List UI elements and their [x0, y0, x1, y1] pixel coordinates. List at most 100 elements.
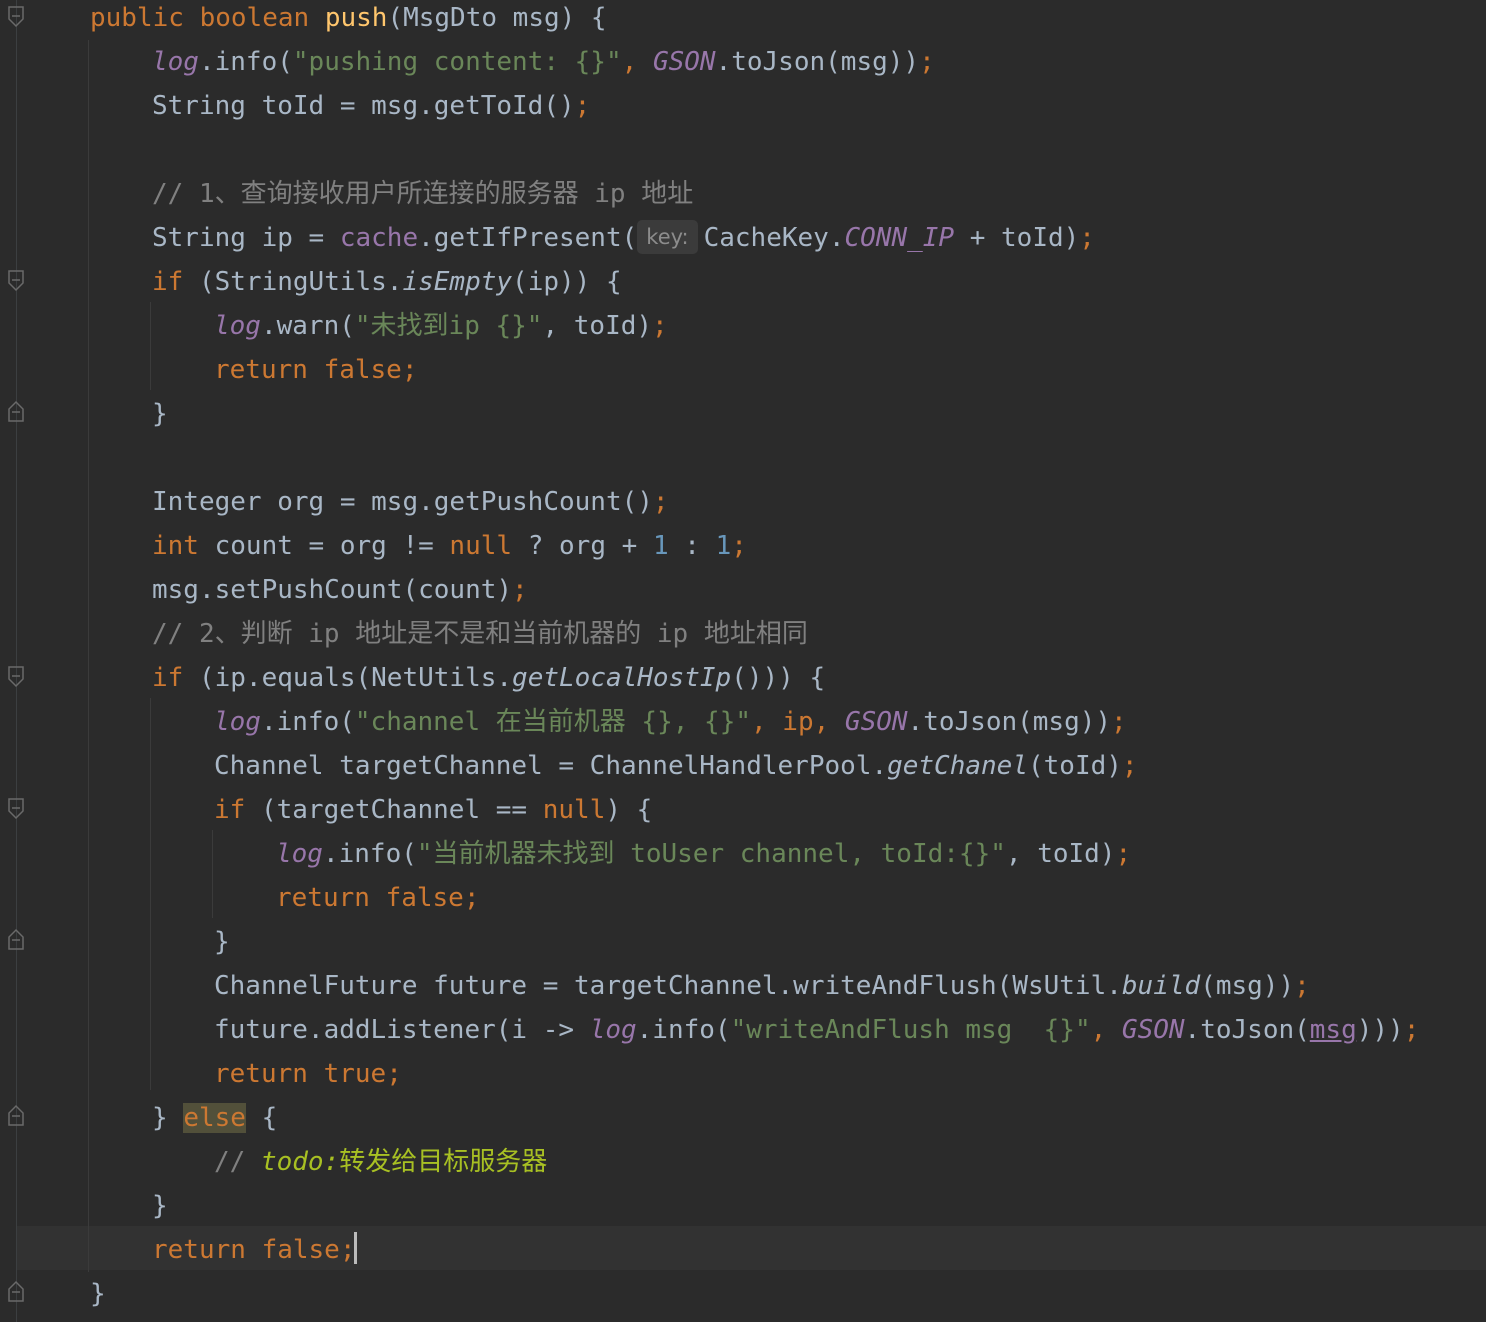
code-line-8[interactable]: return false; — [214, 348, 418, 392]
string-literal: "pushing content: {}" — [292, 47, 622, 77]
fold-collapse-icon[interactable] — [7, 270, 25, 292]
code-line-14[interactable]: if (ip.equals(NetUtils.getLocalHostIp())… — [152, 656, 825, 700]
code-line-15[interactable]: log.info("channel 在当前机器 {}, {}", ip, GSO… — [214, 700, 1127, 744]
fold-end-icon[interactable] — [7, 1280, 25, 1302]
indent-guide — [212, 830, 213, 918]
fold-collapse-icon[interactable] — [7, 6, 25, 28]
string-literal: "channel 在当前机器 {}, {}" — [354, 707, 751, 737]
code-text: String ip = — [152, 223, 340, 253]
code-text: , — [621, 47, 653, 77]
todo-marker: todo: — [260, 1147, 340, 1177]
field-ref: log — [276, 839, 323, 869]
code-text: .toJson(msg)) — [907, 707, 1112, 737]
code-line-11[interactable]: int count = org != null ? org + 1 : 1; — [152, 524, 747, 568]
keyword: return false — [214, 355, 402, 385]
comment: // — [214, 1147, 261, 1177]
field-ref: GSON — [1121, 1015, 1185, 1045]
semicolon: ; — [1111, 707, 1127, 737]
code-line-18[interactable]: log.info("当前机器未找到 toUser channel, toId:{… — [276, 832, 1131, 876]
code-line-24[interactable]: } else { — [152, 1096, 277, 1140]
fold-end-icon[interactable] — [7, 928, 25, 950]
todo-text: 转发给目标服务器 — [339, 1147, 548, 1177]
code-line-26[interactable]: } — [152, 1184, 168, 1228]
code-line-16[interactable]: Channel targetChannel = ChannelHandlerPo… — [214, 744, 1138, 788]
static-method: isEmpty — [402, 267, 513, 297]
semicolon: ; — [463, 883, 480, 913]
field-ref: GSON — [652, 47, 716, 77]
code-text: .info( — [636, 1015, 731, 1045]
semicolon: ; — [1079, 223, 1095, 253]
code-line-13[interactable]: // 2、判断 ip 地址是不是和当前机器的 ip 地址相同 — [152, 612, 808, 656]
code-line-19[interactable]: return false; — [276, 876, 480, 920]
code-line-1[interactable]: public boolean push(MsgDto msg) { — [90, 0, 607, 40]
code-text: } — [152, 1191, 168, 1221]
code-line-9[interactable]: } — [152, 392, 168, 436]
code-line-23[interactable]: return true; — [214, 1052, 402, 1096]
code-line-20[interactable]: } — [214, 920, 230, 964]
field-ref: log — [589, 1015, 637, 1045]
fold-collapse-icon[interactable] — [7, 666, 25, 688]
keyword: boolean — [199, 3, 310, 33]
code-line-17[interactable]: if (targetChannel == null) { — [214, 788, 652, 832]
code-text: String toId = msg.getToId() — [152, 91, 575, 121]
code-text: : — [668, 531, 716, 561]
field-ref: GSON — [844, 707, 908, 737]
code-editor[interactable]: public boolean push(MsgDto msg) { log.in… — [0, 0, 1486, 1322]
string-literal: "当前机器未找到 toUser channel, toId:{}" — [416, 839, 1006, 869]
code-text: (ip.equals(NetUtils. — [183, 663, 513, 693]
code-line-10[interactable]: Integer org = msg.getPushCount(); — [152, 480, 669, 524]
code-line-7[interactable]: log.warn("未找到ip {}", toId); — [214, 304, 668, 348]
code-line-3[interactable]: String toId = msg.getToId(); — [152, 84, 590, 128]
keyword: null — [449, 531, 513, 561]
code-text: (MsgDto msg) { — [387, 3, 607, 33]
semicolon: ; — [1121, 751, 1138, 781]
code-text: ChannelFuture future = targetChannel.wri… — [214, 971, 1122, 1001]
indent-guide — [150, 698, 151, 1090]
field-ref: cache — [339, 223, 419, 253]
code-text: , toId) — [542, 311, 653, 341]
code-line-2[interactable]: log.info("pushing content: {}", GSON.toJ… — [152, 40, 935, 84]
code-line-6[interactable]: if (StringUtils.isEmpty(ip)) { — [152, 260, 622, 304]
keyword: public — [90, 3, 184, 33]
code-text: .info( — [322, 839, 417, 869]
code-text: ())) { — [731, 663, 826, 693]
code-text: } — [214, 927, 230, 957]
code-line-22[interactable]: future.addListener(i -> log.info("writeA… — [214, 1008, 1419, 1052]
code-text: CacheKey. — [703, 223, 845, 253]
code-text: (ip)) { — [512, 267, 622, 297]
semicolon: ; — [652, 487, 669, 517]
code-line-28[interactable]: } — [90, 1272, 106, 1316]
fold-end-icon[interactable] — [7, 400, 25, 422]
keyword: return false — [152, 1235, 340, 1265]
semicolon: ; — [386, 1059, 402, 1089]
constant-ref: CONN_IP — [844, 223, 955, 253]
semicolon: ; — [1403, 1015, 1420, 1045]
code-text: future.addListener(i -> — [214, 1015, 590, 1045]
code-text: , toId) — [1005, 839, 1116, 869]
code-text: .getIfPresent( — [418, 223, 638, 253]
code-text: } — [152, 399, 168, 429]
field-ref: log — [152, 47, 199, 77]
field-ref: log — [214, 707, 261, 737]
keyword: int — [152, 531, 199, 561]
code-line-4[interactable]: // 1、查询接收用户所连接的服务器 ip 地址 — [152, 172, 693, 216]
code-line-5[interactable]: String ip = cache.getIfPresent(key: Cache… — [152, 216, 1095, 260]
field-ref: log — [214, 311, 261, 341]
code-line-21[interactable]: ChannelFuture future = targetChannel.wri… — [214, 964, 1310, 1008]
semicolon: ; — [652, 311, 668, 341]
fold-collapse-icon[interactable] — [7, 798, 25, 820]
code-line-12[interactable]: msg.setPushCount(count); — [152, 568, 528, 612]
code-text: { — [245, 1103, 278, 1133]
captured-variable: msg — [1309, 1015, 1357, 1045]
code-text: .info( — [260, 707, 355, 737]
code-text: msg.setPushCount(count) — [152, 575, 513, 605]
fold-end-icon[interactable] — [7, 1104, 25, 1126]
code-line-25[interactable]: // todo:转发给目标服务器 — [214, 1140, 547, 1184]
static-method: getLocalHostIp — [512, 663, 732, 693]
string-literal: "未找到ip {}" — [354, 311, 543, 341]
code-line-27[interactable]: return false; — [152, 1228, 356, 1272]
keyword: return false — [276, 883, 464, 913]
keyword-highlighted: else — [183, 1103, 246, 1133]
number-literal: 1 — [652, 531, 669, 561]
semicolon: ; — [1115, 839, 1132, 869]
